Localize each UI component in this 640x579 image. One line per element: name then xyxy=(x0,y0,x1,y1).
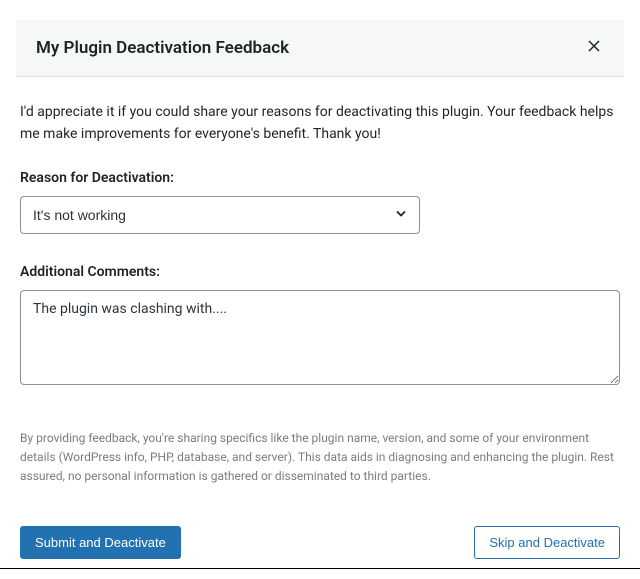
modal-title: My Plugin Deactivation Feedback xyxy=(36,38,289,58)
reason-select-wrap: It's not working xyxy=(20,196,420,234)
comments-label: Additional Comments: xyxy=(20,264,620,280)
deactivation-feedback-modal: My Plugin Deactivation Feedback I'd appr… xyxy=(0,0,640,579)
submit-button[interactable]: Submit and Deactivate xyxy=(20,526,181,559)
comments-textarea[interactable] xyxy=(20,290,620,385)
reason-label: Reason for Deactivation: xyxy=(20,170,620,186)
intro-text: I'd appreciate it if you could share you… xyxy=(20,101,620,146)
modal-footer: Submit and Deactivate Skip and Deactivat… xyxy=(20,526,620,559)
skip-button[interactable]: Skip and Deactivate xyxy=(474,526,620,559)
close-button[interactable] xyxy=(584,36,604,60)
reason-select[interactable]: It's not working xyxy=(20,196,420,234)
close-icon xyxy=(588,39,600,56)
disclaimer-text: By providing feedback, you're sharing sp… xyxy=(20,429,620,487)
modal-header: My Plugin Deactivation Feedback xyxy=(16,20,624,77)
